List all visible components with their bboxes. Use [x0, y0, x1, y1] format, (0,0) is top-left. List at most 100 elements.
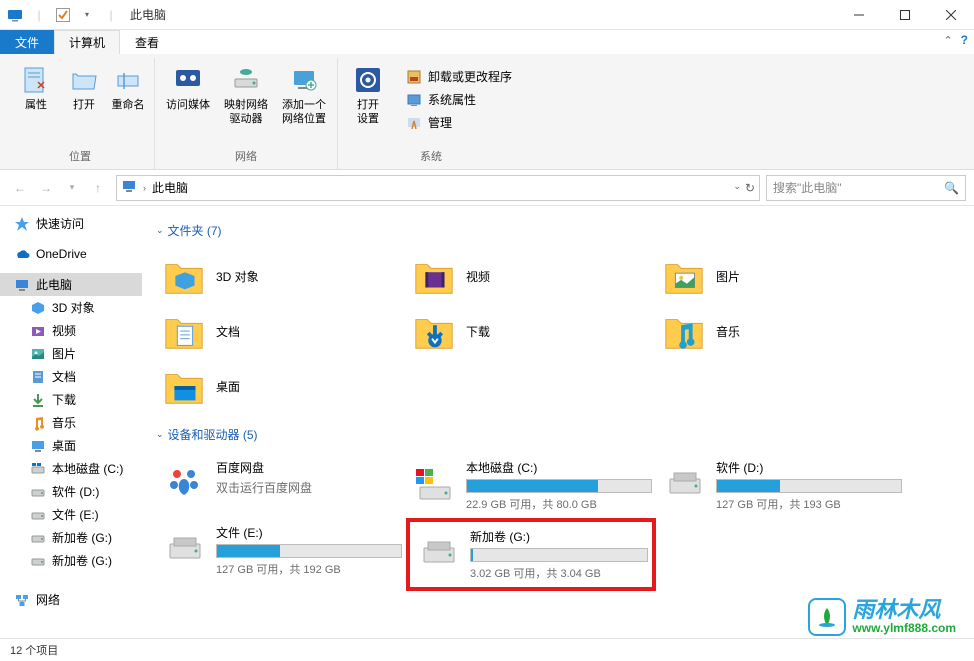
maximize-button[interactable] — [882, 0, 928, 30]
minimize-button[interactable] — [836, 0, 882, 30]
nav-recent-button[interactable]: ▾ — [60, 176, 84, 200]
nav-forward-button[interactable]: → — [34, 176, 58, 200]
breadcrumb[interactable]: 此电脑 — [152, 179, 188, 196]
search-placeholder: 搜索"此电脑" — [773, 179, 842, 196]
sidebar-item-14[interactable]: 新加卷 (G:) — [0, 549, 142, 572]
search-input[interactable]: 搜索"此电脑" 🔍 — [766, 175, 966, 201]
manage-button[interactable]: 管理 — [400, 112, 518, 133]
star-icon — [14, 216, 30, 232]
nav-back-button[interactable]: ← — [8, 176, 32, 200]
chevron-right-icon[interactable]: › — [143, 183, 146, 193]
sidebar-item-13[interactable]: 新加卷 (G:) — [0, 526, 142, 549]
sidebar-item-5[interactable]: 图片 — [0, 342, 142, 365]
3d-icon — [30, 300, 46, 316]
qat-separator-2: | — [102, 6, 120, 24]
folder-tile-6[interactable]: 桌面 — [156, 359, 406, 414]
folder-tile-4[interactable]: 下载 — [406, 304, 656, 359]
qat-checkbox-icon[interactable] — [54, 6, 72, 24]
drive-tile-2[interactable]: 软件 (D:)127 GB 可用，共 193 GB — [656, 453, 906, 518]
sidebar-item-9[interactable]: 桌面 — [0, 434, 142, 457]
folder-tile-0[interactable]: 3D 对象 — [156, 249, 406, 304]
nav-up-button[interactable]: ↑ — [86, 176, 110, 200]
drive-icon — [30, 553, 46, 569]
tab-file[interactable]: 文件 — [0, 30, 54, 54]
drive-status: 127 GB 可用，共 193 GB — [716, 496, 902, 512]
sidebar-item-2[interactable]: 此电脑 — [0, 273, 142, 296]
sidebar-item-8[interactable]: 音乐 — [0, 411, 142, 434]
chevron-down-icon: ⌄ — [156, 225, 164, 236]
help-button[interactable]: ? — [961, 33, 968, 47]
drive-tile-3[interactable]: 文件 (E:)127 GB 可用，共 192 GB — [156, 518, 406, 591]
search-icon[interactable]: 🔍 — [944, 181, 959, 195]
folder-tile-3[interactable]: 文档 — [156, 304, 406, 359]
address-dropdown-icon[interactable]: ⌄ — [733, 181, 741, 195]
map-drive-label: 映射网络 驱动器 — [224, 98, 268, 126]
tab-computer[interactable]: 计算机 — [54, 30, 120, 54]
sidebar-item-15[interactable]: 网络 — [0, 588, 142, 611]
open-button[interactable]: 打开 — [64, 62, 104, 114]
drive-status: 22.9 GB 可用，共 80.0 GB — [466, 496, 652, 512]
sidebar-item-label: 本地磁盘 (C:) — [52, 460, 123, 477]
drive-status: 127 GB 可用，共 192 GB — [216, 561, 402, 577]
window-controls — [836, 0, 974, 30]
tab-view[interactable]: 查看 — [120, 30, 174, 54]
drives-section-header[interactable]: ⌄ 设备和驱动器 (5) — [156, 426, 960, 443]
system-properties-button[interactable]: 系统属性 — [400, 89, 518, 110]
sys-props-icon — [406, 92, 422, 108]
folder-tile-1[interactable]: 视频 — [406, 249, 656, 304]
sidebar-item-3[interactable]: 3D 对象 — [0, 296, 142, 319]
drive-tile-1[interactable]: 本地磁盘 (C:)22.9 GB 可用，共 80.0 GB — [406, 453, 656, 518]
drive-usage-bar — [470, 548, 648, 562]
folder-label: 文档 — [216, 323, 240, 340]
drive-tile-0[interactable]: 百度网盘双击运行百度网盘 — [156, 453, 406, 518]
downloads-icon — [30, 392, 46, 408]
rename-button[interactable]: 重命名 — [108, 62, 148, 114]
sidebar-item-6[interactable]: 文档 — [0, 365, 142, 388]
close-button[interactable] — [928, 0, 974, 30]
sidebar-item-1[interactable]: OneDrive — [0, 243, 142, 265]
add-location-button[interactable]: 添加一个 网络位置 — [277, 62, 331, 128]
sidebar-item-label: 新加卷 (G:) — [52, 552, 112, 569]
ribbon-collapse-area: ⌃ ? — [943, 33, 968, 47]
sidebar-item-7[interactable]: 下载 — [0, 388, 142, 411]
app-icon — [6, 6, 24, 24]
folders-section-header[interactable]: ⌄ 文件夹 (7) — [156, 222, 960, 239]
sidebar-item-0[interactable]: 快速访问 — [0, 212, 142, 235]
drive-icon — [30, 507, 46, 523]
drive-usage-bar — [216, 544, 402, 558]
music-icon — [30, 415, 46, 431]
qat-dropdown-icon[interactable]: ▾ — [78, 6, 96, 24]
folder-tile-5[interactable]: 音乐 — [656, 304, 906, 359]
sidebar-item-label: 软件 (D:) — [52, 483, 99, 500]
sidebar-item-label: 3D 对象 — [52, 299, 95, 316]
folder-tile-2[interactable]: 图片 — [656, 249, 906, 304]
sidebar-item-label: 快速访问 — [36, 215, 84, 232]
open-settings-button[interactable]: 打开 设置 — [344, 62, 392, 128]
desktop-folder-icon — [160, 363, 208, 411]
music-folder-icon — [660, 308, 708, 356]
uninstall-button[interactable]: 卸载或更改程序 — [400, 66, 518, 87]
drive-icon — [30, 484, 46, 500]
ribbon-group-label-network: 网络 — [235, 145, 257, 169]
drive-tile-4[interactable]: 新加卷 (G:)3.02 GB 可用，共 3.04 GB — [406, 518, 656, 591]
access-media-button[interactable]: 访问媒体 — [161, 62, 215, 114]
drive-drive-icon — [660, 459, 708, 507]
drive-drive-icon — [160, 524, 208, 572]
sidebar-item-11[interactable]: 软件 (D:) — [0, 480, 142, 503]
address-input[interactable]: › 此电脑 ⌄ ↻ — [116, 175, 760, 201]
folders-grid: 3D 对象视频图片文档 下载音乐桌面 — [156, 249, 960, 414]
qat: | ▾ | — [0, 6, 120, 24]
onedrive-icon — [14, 246, 30, 262]
ribbon-group-label-system: 系统 — [420, 145, 442, 169]
properties-button[interactable]: 属性 — [12, 62, 60, 114]
pictures-folder-icon — [660, 253, 708, 301]
sidebar-item-12[interactable]: 文件 (E:) — [0, 503, 142, 526]
sidebar-item-label: 桌面 — [52, 437, 76, 454]
video-icon — [30, 323, 46, 339]
documents-folder-icon — [160, 308, 208, 356]
sidebar-item-4[interactable]: 视频 — [0, 319, 142, 342]
refresh-button[interactable]: ↻ — [745, 181, 755, 195]
map-drive-button[interactable]: 映射网络 驱动器 — [219, 62, 273, 128]
ribbon-collapse-button[interactable]: ⌃ — [943, 34, 952, 47]
sidebar-item-10[interactable]: 本地磁盘 (C:) — [0, 457, 142, 480]
